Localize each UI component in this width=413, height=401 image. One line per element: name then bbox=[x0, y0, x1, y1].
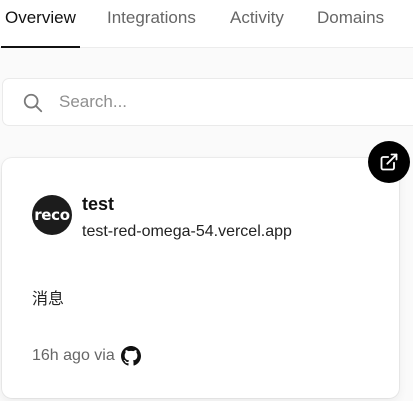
tab-integrations[interactable]: Integrations bbox=[107, 0, 196, 47]
project-name[interactable]: test bbox=[82, 194, 114, 215]
tab-bar: Overview Integrations Activity Domains bbox=[0, 0, 413, 48]
external-link-icon bbox=[380, 153, 398, 171]
tab-activity[interactable]: Activity bbox=[230, 0, 284, 47]
github-icon[interactable] bbox=[120, 346, 141, 366]
tab-domains[interactable]: Domains bbox=[317, 0, 384, 47]
search-input[interactable] bbox=[59, 79, 399, 125]
project-card[interactable]: reco test test-red-omega-54.vercel.app 消… bbox=[2, 158, 399, 398]
deploy-time: 16h ago via bbox=[32, 347, 115, 364]
commit-message: 消息 bbox=[32, 289, 65, 308]
search-icon bbox=[23, 93, 43, 113]
open-external-button[interactable] bbox=[368, 141, 410, 183]
search-box bbox=[2, 78, 413, 126]
deploy-meta: 16h ago via bbox=[32, 346, 141, 366]
avatar: reco bbox=[32, 195, 72, 235]
project-url-link[interactable]: test-red-omega-54.vercel.app bbox=[82, 223, 292, 241]
tab-overview[interactable]: Overview bbox=[1, 0, 80, 48]
